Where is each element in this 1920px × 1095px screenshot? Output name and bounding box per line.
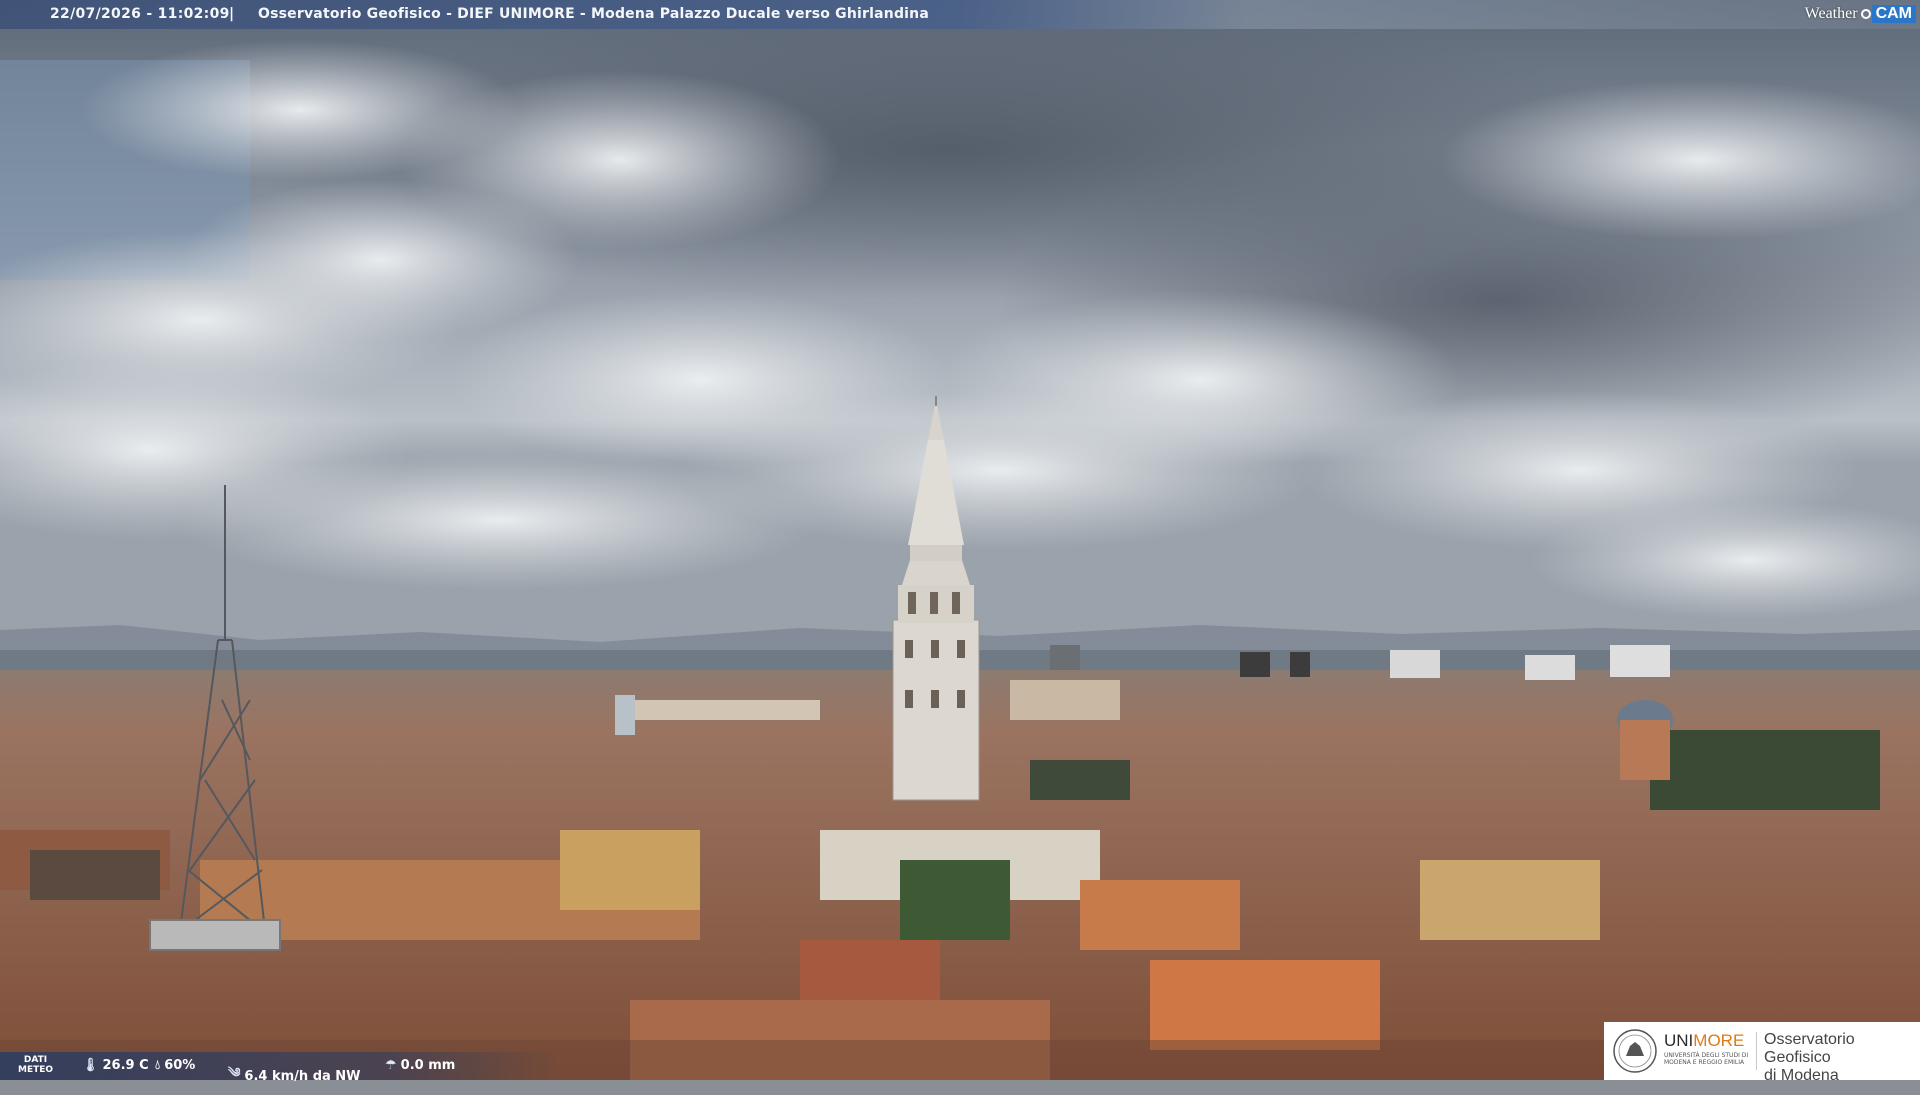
observatory-name: Osservatorio Geofisico di Modena [1764, 1031, 1855, 1084]
unimore-subtitle: UNIVERSITÀ DEGLI STUDI DI MODENA E REGGI… [1664, 1052, 1749, 1066]
thermometer-icon: 🌡︎ [82, 1058, 99, 1073]
humidity-readout: 💧︎ 60% [155, 1058, 195, 1073]
wind-readout: ༄ 6.4 km/h da NW [228, 1058, 361, 1095]
weathercam-weather-text: Weather [1804, 5, 1858, 22]
humidity-value: 60% [164, 1058, 196, 1073]
logo-divider [1756, 1032, 1757, 1070]
weather-data-label: DATI METEO [18, 1055, 54, 1075]
weathercam-logo[interactable]: Weather CAM [1803, 3, 1916, 25]
header-separator: | [229, 6, 235, 22]
rain-icon: ☂︎ [385, 1058, 397, 1073]
unimore-observatory-logo[interactable]: UNIMORE UNIVERSITÀ DEGLI STUDI DI MODENA… [1604, 1022, 1920, 1084]
timestamp: 22/07/2026 - 11:02:09 [50, 6, 230, 22]
camera-location: Osservatorio Geofisico - DIEF UNIMORE - … [258, 6, 929, 22]
rain-readout: ☂︎ 0.0 mm [385, 1058, 455, 1073]
weathercam-cam-text: CAM [1871, 5, 1916, 23]
webcam-scene [0, 0, 1920, 1080]
webcam-header: 22/07/2026 - 11:02:09 | Osservatorio Geo… [0, 0, 1920, 29]
weathercam-dot-icon [1860, 9, 1871, 19]
weather-data-bar: DATI METEO 🌡︎ 26.9 C 💧︎ 60% ༄ 6.4 km/h d… [0, 1052, 560, 1084]
temperature-readout: 🌡︎ 26.9 C [82, 1058, 149, 1073]
humidity-drop-icon: 💧︎ [155, 1058, 161, 1073]
wind-icon: ༄ [228, 1066, 241, 1081]
rain-value: 0.0 mm [400, 1058, 456, 1073]
university-seal-icon [1613, 1029, 1657, 1073]
temperature-value: 26.9 C [102, 1058, 149, 1073]
wind-value: 6.4 km/h da NW [244, 1069, 361, 1084]
unimore-wordmark: UNIMORE [1664, 1031, 1745, 1050]
